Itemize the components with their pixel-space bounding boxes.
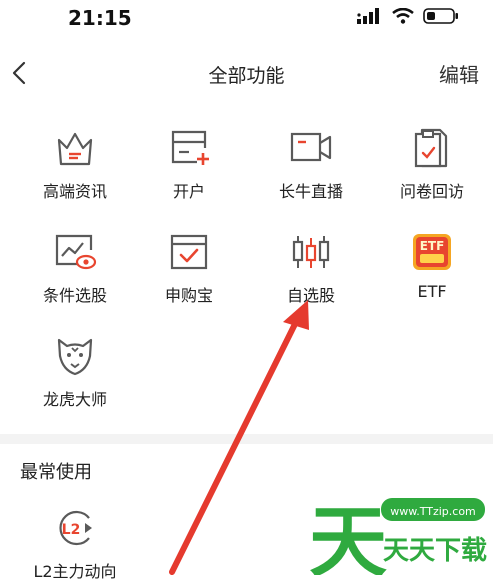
section-divider bbox=[0, 434, 493, 444]
svg-text:ETF: ETF bbox=[420, 239, 445, 253]
l2-icon: L2 bbox=[59, 510, 92, 546]
battery-icon bbox=[423, 8, 458, 24]
function-item-high-end-info[interactable]: 高端资讯 bbox=[16, 126, 134, 202]
watermark-url: www.TTzip.com bbox=[390, 505, 476, 518]
etf-badge-icon: ETF bbox=[413, 234, 451, 270]
clipboard-icon bbox=[414, 128, 448, 168]
function-label: 自选股 bbox=[286, 286, 335, 305]
video-camera-icon bbox=[290, 132, 332, 162]
nav-bar: 全部功能 编辑 bbox=[0, 48, 493, 100]
account-card-icon bbox=[171, 130, 209, 165]
watermark-text: 天天下载 bbox=[383, 536, 487, 566]
page-title: 全部功能 bbox=[208, 65, 285, 87]
function-item-open-account[interactable]: 开户 bbox=[130, 126, 248, 202]
function-label: 开户 bbox=[172, 182, 205, 201]
candlestick-icon bbox=[292, 236, 330, 268]
svg-text:天: 天 bbox=[309, 498, 387, 575]
status-bar: 21:15 bbox=[0, 0, 493, 40]
function-item-dragon-tiger-master[interactable]: 龙虎大师 bbox=[16, 334, 134, 410]
l2-icon-text: L2 bbox=[62, 522, 81, 538]
function-item-survey[interactable]: 问卷回访 bbox=[373, 126, 491, 202]
status-time: 21:15 bbox=[68, 6, 132, 30]
crown-icon bbox=[57, 132, 93, 166]
function-label: 申购宝 bbox=[164, 286, 213, 305]
watermark-logo: 天 www.TTzip.com 天天下载 bbox=[309, 498, 487, 582]
status-icons bbox=[357, 8, 459, 24]
function-item-etf[interactable]: ETF ETF bbox=[373, 230, 491, 301]
function-label: 高端资讯 bbox=[42, 182, 107, 201]
edit-button[interactable]: 编辑 bbox=[439, 59, 479, 88]
function-item-condition-stock-picker[interactable]: 条件选股 bbox=[16, 230, 134, 306]
function-label: ETF bbox=[417, 282, 447, 301]
checkbox-icon bbox=[170, 234, 208, 270]
section-title-frequent: 最常使用 bbox=[20, 462, 92, 483]
function-label: L2主力动向 bbox=[33, 562, 117, 581]
function-label: 问卷回访 bbox=[399, 182, 464, 201]
watermark: 天 www.TTzip.com 天天下载 bbox=[299, 495, 489, 582]
function-label: 长牛直播 bbox=[278, 182, 343, 201]
function-label: 条件选股 bbox=[42, 286, 107, 305]
wifi-icon bbox=[392, 8, 414, 24]
chart-eye-icon bbox=[55, 234, 97, 270]
signal-icon bbox=[357, 8, 379, 24]
function-label: 龙虎大师 bbox=[42, 390, 107, 409]
function-item-subscription[interactable]: 申购宝 bbox=[130, 230, 248, 306]
frequent-item-l2-main-flow[interactable]: L2 L2主力动向 bbox=[16, 506, 134, 582]
function-item-live-stream[interactable]: 长牛直播 bbox=[252, 126, 370, 202]
function-item-watchlist[interactable]: 自选股 bbox=[252, 230, 370, 306]
tiger-icon bbox=[57, 338, 93, 376]
